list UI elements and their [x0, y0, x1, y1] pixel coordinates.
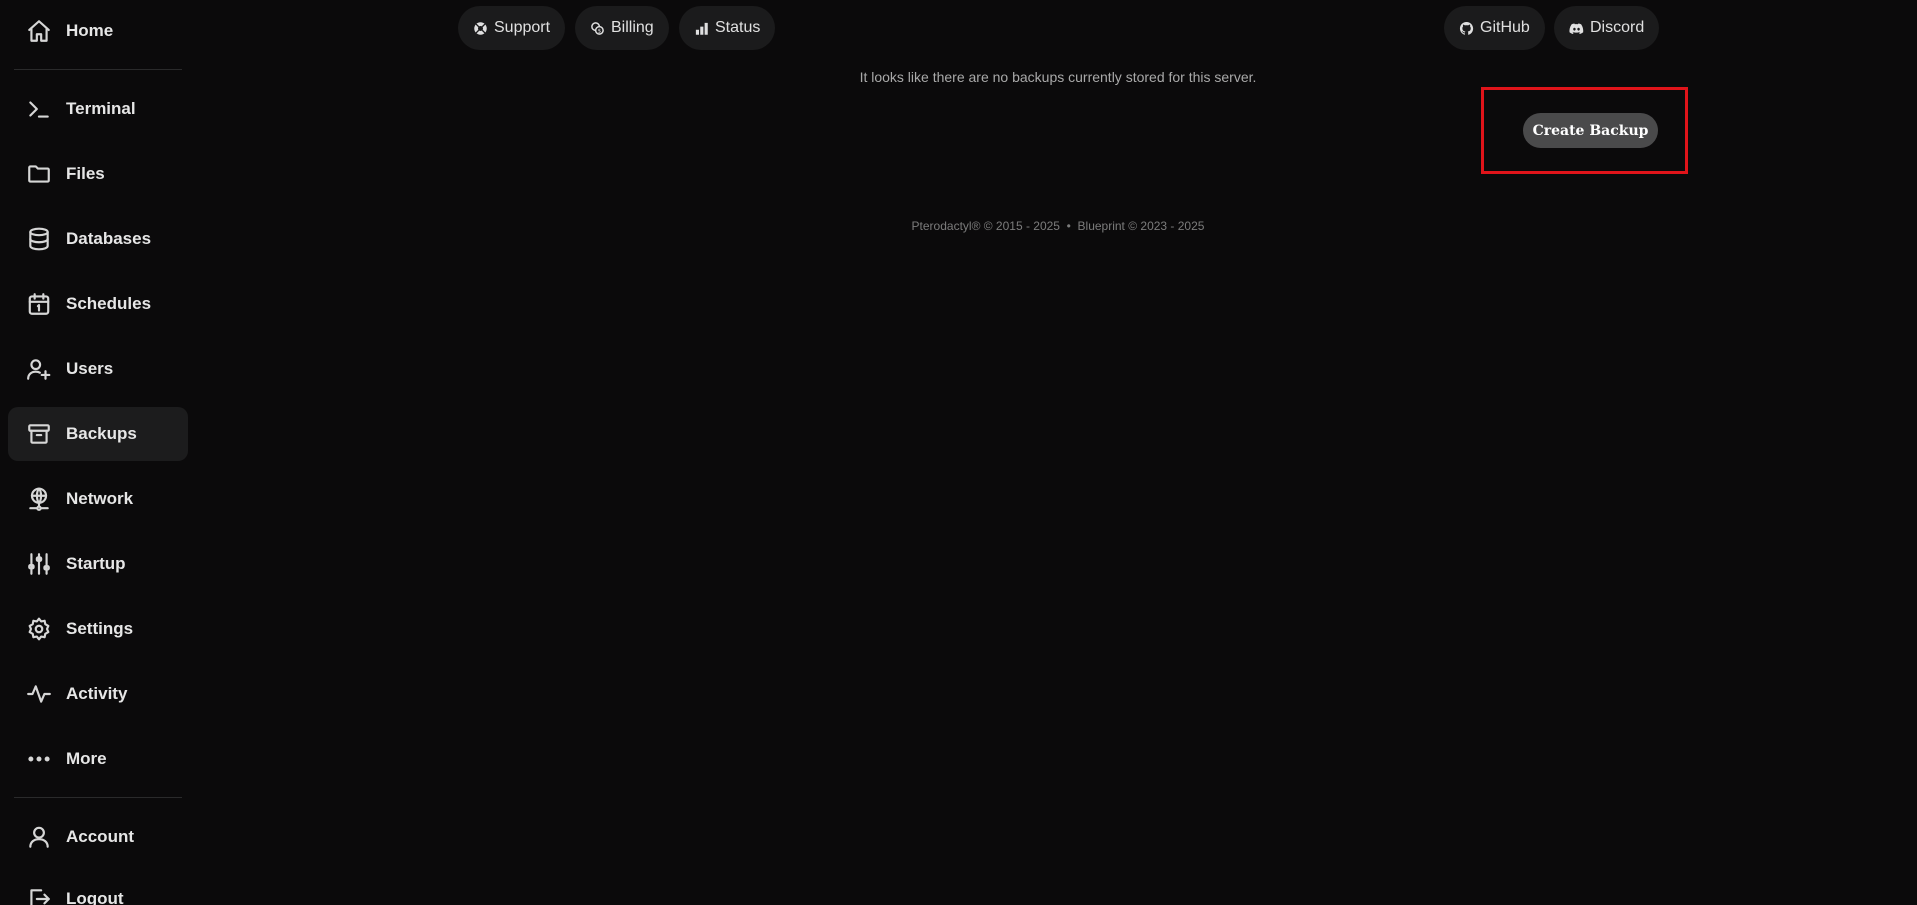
discord-icon: [1569, 23, 1584, 34]
sidebar-item-users[interactable]: Users: [8, 342, 188, 396]
sidebar-item-logout[interactable]: Logout: [8, 872, 188, 905]
billing-link[interactable]: $ Billing: [575, 6, 669, 50]
discord-link[interactable]: Discord: [1554, 6, 1660, 50]
support-link[interactable]: Support: [458, 6, 566, 50]
sidebar-item-activity[interactable]: Activity: [8, 667, 188, 721]
sidebar-divider: [14, 797, 182, 798]
calendar-icon: [26, 291, 52, 317]
signal-bars-icon: [695, 22, 708, 35]
github-link[interactable]: GitHub: [1444, 6, 1545, 50]
sidebar-item-terminal[interactable]: Terminal: [8, 82, 188, 136]
lifebuoy-icon: [474, 21, 487, 35]
terminal-icon: [26, 96, 52, 122]
sidebar-item-startup[interactable]: Startup: [8, 537, 188, 591]
support-label: Support: [494, 19, 551, 36]
svg-text:$: $: [598, 28, 602, 34]
sidebar-item-label: Account: [66, 827, 134, 846]
sidebar-item-label: Home: [66, 21, 114, 40]
network-icon: [26, 486, 52, 512]
sidebar-item-backups[interactable]: Backups: [8, 407, 188, 461]
archive-icon: [26, 421, 52, 447]
activity-icon: [26, 681, 52, 707]
github-label: GitHub: [1480, 19, 1530, 36]
sidebar: Home Terminal Files Databases Schedules …: [0, 0, 190, 905]
discord-label: Discord: [1590, 19, 1645, 36]
sliders-icon: [26, 551, 52, 577]
sidebar-item-files[interactable]: Files: [8, 147, 188, 201]
sidebar-item-more[interactable]: More: [8, 732, 188, 786]
sidebar-item-settings[interactable]: Settings: [8, 602, 188, 656]
more-dots-icon: [26, 746, 52, 772]
status-label: Status: [715, 19, 761, 36]
user-icon: [26, 824, 52, 850]
logout-icon: [26, 886, 52, 905]
folder-icon: [26, 161, 52, 187]
coins-icon: $: [591, 21, 604, 35]
sidebar-item-label: Network: [66, 489, 134, 508]
empty-state-message: It looks like there are no backups curre…: [859, 69, 1257, 85]
sidebar-item-label: Backups: [66, 424, 137, 443]
gear-icon: [26, 616, 52, 642]
create-backup-button[interactable]: Create Backup: [1523, 113, 1658, 148]
sidebar-item-label: Activity: [66, 684, 128, 703]
sidebar-item-network[interactable]: Network: [8, 472, 188, 526]
sidebar-item-schedules[interactable]: Schedules: [8, 277, 188, 331]
footer-copyright: Pterodactyl® © 2015 - 2025 • Blueprint ©…: [911, 219, 1205, 233]
sidebar-item-label: Startup: [66, 554, 126, 573]
github-icon: [1459, 21, 1474, 35]
user-plus-icon: [26, 356, 52, 382]
sidebar-item-label: Users: [66, 359, 114, 378]
sidebar-item-account[interactable]: Account: [8, 810, 188, 864]
status-link[interactable]: Status: [679, 6, 776, 50]
billing-label: Billing: [611, 19, 654, 36]
app-root: Home Terminal Files Databases Schedules …: [0, 0, 1917, 905]
sidebar-item-label: Schedules: [66, 294, 152, 313]
sidebar-item-label: More: [66, 749, 107, 768]
sidebar-item-label: Logout: [66, 889, 124, 905]
sidebar-item-label: Settings: [66, 619, 134, 638]
home-icon: [26, 18, 52, 44]
sidebar-item-label: Terminal: [66, 99, 136, 118]
sidebar-item-label: Files: [66, 164, 105, 183]
sidebar-item-home[interactable]: Home: [8, 4, 188, 58]
